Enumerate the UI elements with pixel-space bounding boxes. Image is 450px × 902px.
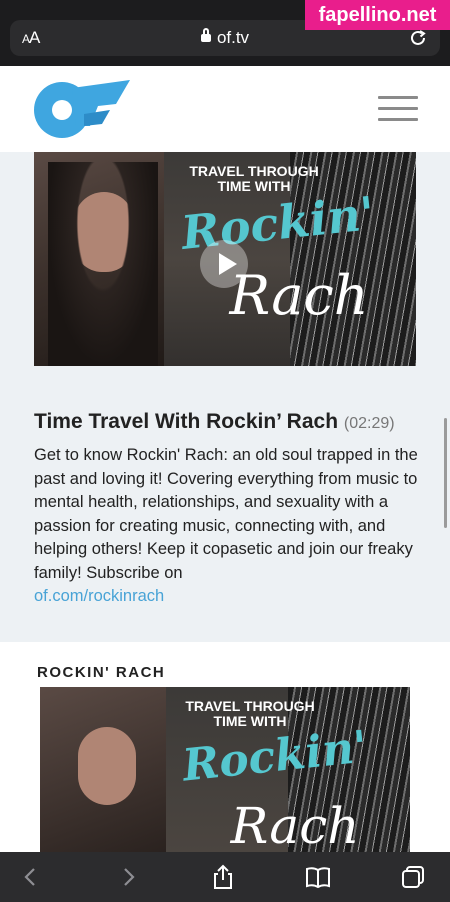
browser-toolbar xyxy=(0,852,450,902)
video-duration: (02:29) xyxy=(343,415,395,432)
url-display[interactable]: of.tv xyxy=(10,28,440,48)
hamburger-menu-icon[interactable] xyxy=(378,96,418,126)
scrollbar[interactable] xyxy=(444,418,447,528)
video-thumbnail[interactable]: TRAVEL THROUGH TIME WITH Rockin' Rach xyxy=(34,152,416,366)
video-description: Get to know Rockin' Rach: an old soul tr… xyxy=(34,444,419,609)
thumbnail-script-rach: Rach xyxy=(230,797,360,852)
tabs-icon[interactable] xyxy=(400,864,426,890)
creator-section-label: ROCKIN' RACH xyxy=(37,664,166,681)
reload-icon[interactable] xyxy=(408,28,428,48)
play-icon[interactable] xyxy=(200,240,248,288)
url-text: of.tv xyxy=(216,28,250,47)
thumbnail-top-text: TRAVEL THROUGH TIME WITH xyxy=(189,163,319,194)
onlyfans-logo[interactable] xyxy=(32,74,132,142)
site-header xyxy=(0,66,450,153)
thumbnail-top-text: TRAVEL THROUGH TIME WITH xyxy=(185,698,315,729)
video-title: Time Travel With Rockin’ Rach (02:29) xyxy=(34,410,395,433)
lock-icon xyxy=(200,28,211,42)
book-icon[interactable] xyxy=(305,864,331,890)
watermark: fapellino.net xyxy=(305,0,450,30)
profile-link[interactable]: of.com/rockinrach xyxy=(34,585,419,609)
share-icon[interactable] xyxy=(210,864,236,890)
chevron-left-icon[interactable] xyxy=(18,864,44,890)
creator-section: ROCKIN' RACH TRAVEL THROUGH TIME WITH Ro… xyxy=(0,642,450,852)
featured-video-section: TRAVEL THROUGH TIME WITH Rockin' Rach Ti… xyxy=(0,152,450,642)
person-face xyxy=(78,727,136,805)
chevron-right-icon[interactable] xyxy=(115,864,141,890)
creator-thumbnail[interactable]: TRAVEL THROUGH TIME WITH Rockin' Rach xyxy=(40,687,410,852)
